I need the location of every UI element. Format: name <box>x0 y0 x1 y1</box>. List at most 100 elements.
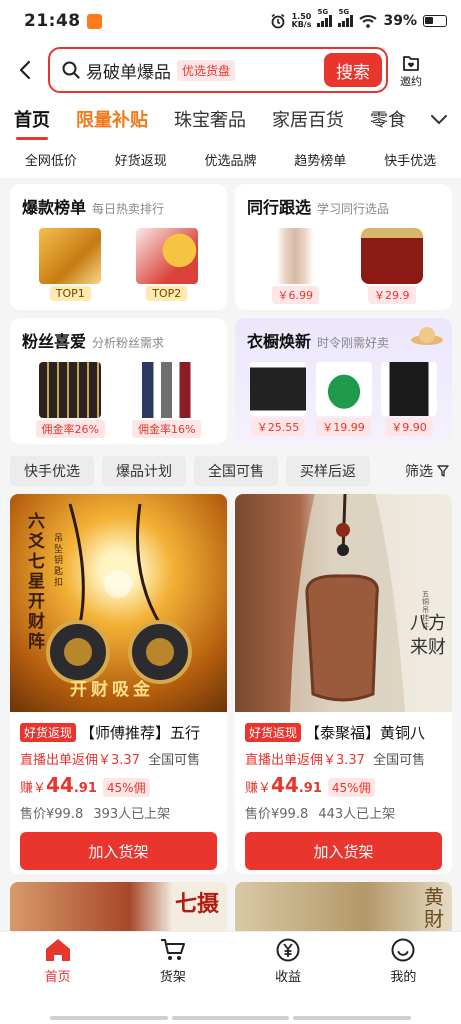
product-thumbnail <box>135 362 198 418</box>
earn-prefix: 赚￥ <box>245 781 272 796</box>
invite-button[interactable]: 邀约 <box>400 51 422 89</box>
subtab-kuaishou-select[interactable]: 快手优选 <box>384 150 436 169</box>
availability-text: 全国可售 <box>373 753 426 768</box>
shelf-count: 443人已上架 <box>318 807 396 822</box>
product-card[interactable]: 五铜吊挂件 八方来财 好货返现 【泰聚福】黄铜八 直播出单返佣￥3.37 全国可… <box>235 494 452 874</box>
tab-home[interactable]: 首页 <box>14 106 50 140</box>
image-text-side: 吊坠钥匙扣 <box>54 534 64 588</box>
search-tag: 优选货盘 <box>177 59 236 81</box>
product-grid: 六爻七星开财阵 吊坠钥匙扣 开财吸金 好货返现 【师傅推荐】五行 直播出单返佣￥… <box>0 494 461 874</box>
fans-love-card[interactable]: 粉丝喜爱 分析粉丝需求 佣金率26% 佣金率16% <box>10 318 227 444</box>
yen-coin-icon <box>276 938 300 962</box>
wifi-icon <box>359 15 378 28</box>
chip-hot-plan[interactable]: 爆品计划 <box>102 456 186 486</box>
tab-limited-subsidy[interactable]: 限量补贴 <box>76 106 148 132</box>
wardrobe-item-2[interactable]: ￥19.99 <box>313 362 375 436</box>
rank-tag: TOP1 <box>49 286 91 301</box>
feature-cards: 爆款榜单 每日热卖排行 TOP1 TOP2 同行跟选 学习同行选品 ￥6.99 <box>0 178 461 444</box>
product-card[interactable]: 六爻七星开财阵 吊坠钥匙扣 开财吸金 好货返现 【师傅推荐】五行 直播出单返佣￥… <box>10 494 227 874</box>
commission-tag: 佣金率16% <box>132 420 202 438</box>
product-thumbnail <box>264 228 327 284</box>
earn-amount: 44 <box>46 773 74 797</box>
image-text-main: 八方来财 <box>410 613 446 658</box>
tab-jewelry[interactable]: 珠宝奢品 <box>174 106 246 132</box>
nav-label: 收益 <box>275 970 302 985</box>
price-tag: ￥29.9 <box>368 286 416 304</box>
nav-mine[interactable]: 我的 <box>363 938 443 985</box>
nav-earnings[interactable]: 收益 <box>248 938 328 985</box>
battery-icon <box>423 15 447 27</box>
cart-icon <box>160 939 185 960</box>
peer-item-2[interactable]: ￥29.9 <box>348 228 436 304</box>
fans-item-2[interactable]: 佣金率16% <box>123 362 211 438</box>
status-time: 21:48 <box>24 11 81 31</box>
fans-item-1[interactable]: 佣金率26% <box>26 362 114 438</box>
alarm-icon <box>271 13 284 29</box>
search-button[interactable]: 搜索 <box>324 53 382 87</box>
chip-sample-rebate[interactable]: 买样后返 <box>286 456 370 486</box>
price-tag: ￥19.99 <box>316 418 371 436</box>
card-title: 粉丝喜爱 <box>22 332 87 351</box>
subtab-cashback[interactable]: 好货返现 <box>115 150 167 169</box>
nav-label: 我的 <box>390 970 417 985</box>
invite-label: 邀约 <box>400 75 422 88</box>
tab-home-goods[interactable]: 家居百货 <box>272 106 344 132</box>
hot-item-2[interactable]: TOP2 <box>123 228 211 301</box>
availability-text: 全国可售 <box>148 753 201 768</box>
product-thumbnail <box>250 362 306 416</box>
smile-icon <box>391 938 415 962</box>
earn-prefix: 赚￥ <box>20 781 47 796</box>
product-thumbnail <box>315 362 372 416</box>
peer-item-1[interactable]: ￥6.99 <box>251 228 339 304</box>
hot-item-1[interactable]: TOP1 <box>26 228 114 301</box>
shelf-count: 393人已上架 <box>93 807 171 822</box>
add-to-shelf-button[interactable]: 加入货架 <box>20 832 217 870</box>
subtab-trends[interactable]: 趋势榜单 <box>294 150 346 169</box>
product-image: 五铜吊挂件 八方来财 <box>235 494 452 712</box>
rebate-text: 直播出单返佣￥3.37 <box>245 753 365 768</box>
commission-rate: 45%佣 <box>102 778 150 797</box>
search-query: 易破单爆品 <box>86 62 171 83</box>
filter-button[interactable]: 筛选 <box>405 461 451 481</box>
card-subtitle: 分析粉丝需求 <box>92 336 165 350</box>
cashback-badge: 好货返现 <box>20 723 77 742</box>
hot-list-card[interactable]: 爆款榜单 每日热卖排行 TOP1 TOP2 <box>10 184 227 310</box>
chip-nationwide[interactable]: 全国可售 <box>194 456 278 486</box>
tab-snacks[interactable]: 零食 <box>370 106 406 132</box>
peer-select-card[interactable]: 同行跟选 学习同行选品 ￥6.99 ￥29.9 <box>235 184 452 310</box>
peek-image-text: 黄財 <box>424 885 444 931</box>
subtab-brands[interactable]: 优选品牌 <box>204 150 256 169</box>
price-tag: ￥6.99 <box>271 286 319 304</box>
card-title: 同行跟选 <box>247 198 312 217</box>
nav-home[interactable]: 首页 <box>18 938 98 985</box>
nav-label: 货架 <box>159 970 186 985</box>
subtab-lowest-price[interactable]: 全网低价 <box>25 150 77 169</box>
sale-price: 售价¥99.8 <box>20 807 84 822</box>
wardrobe-item-1[interactable]: ￥25.55 <box>247 362 309 436</box>
earn-decimal: .91 <box>73 781 97 796</box>
search-input[interactable]: 易破单爆品 优选货盘 搜索 <box>48 47 388 93</box>
card-subtitle: 时令刚需好卖 <box>317 336 390 350</box>
price-tag: ￥9.90 <box>385 418 433 436</box>
gesture-bar <box>50 1016 412 1020</box>
back-arrow-icon[interactable] <box>14 59 36 81</box>
product-thumbnail <box>381 362 437 416</box>
status-indicators: 1.50 KB/s 5G 5G 39% <box>270 8 447 29</box>
nav-shelf[interactable]: 货架 <box>133 938 213 985</box>
chip-kuaishou-select[interactable]: 快手优选 <box>10 456 94 486</box>
wardrobe-card[interactable]: 衣橱焕新 时令刚需好卖 ￥25.55 ￥19.99 ￥9.90 <box>235 318 452 444</box>
peek-image-text: 七摄 <box>174 892 219 917</box>
home-icon <box>45 939 70 961</box>
commission-tag: 佣金率26% <box>35 420 105 438</box>
bottom-navigation: 首页 货架 收益 我的 <box>0 931 461 1024</box>
wardrobe-item-3[interactable]: ￥9.90 <box>378 362 440 436</box>
rebate-text: 直播出单返佣￥3.37 <box>20 753 140 768</box>
image-text-bottom: 开财吸金 <box>70 680 154 700</box>
product-thumbnail <box>360 228 423 284</box>
rank-tag: TOP2 <box>146 286 188 301</box>
add-to-shelf-button[interactable]: 加入货架 <box>245 832 442 870</box>
invite-heart-icon <box>403 56 419 71</box>
product-image: 六爻七星开财阵 吊坠钥匙扣 开财吸金 <box>10 494 227 712</box>
image-text-top: 六爻七星开财阵 <box>28 512 45 652</box>
chevron-down-icon[interactable] <box>417 98 461 140</box>
